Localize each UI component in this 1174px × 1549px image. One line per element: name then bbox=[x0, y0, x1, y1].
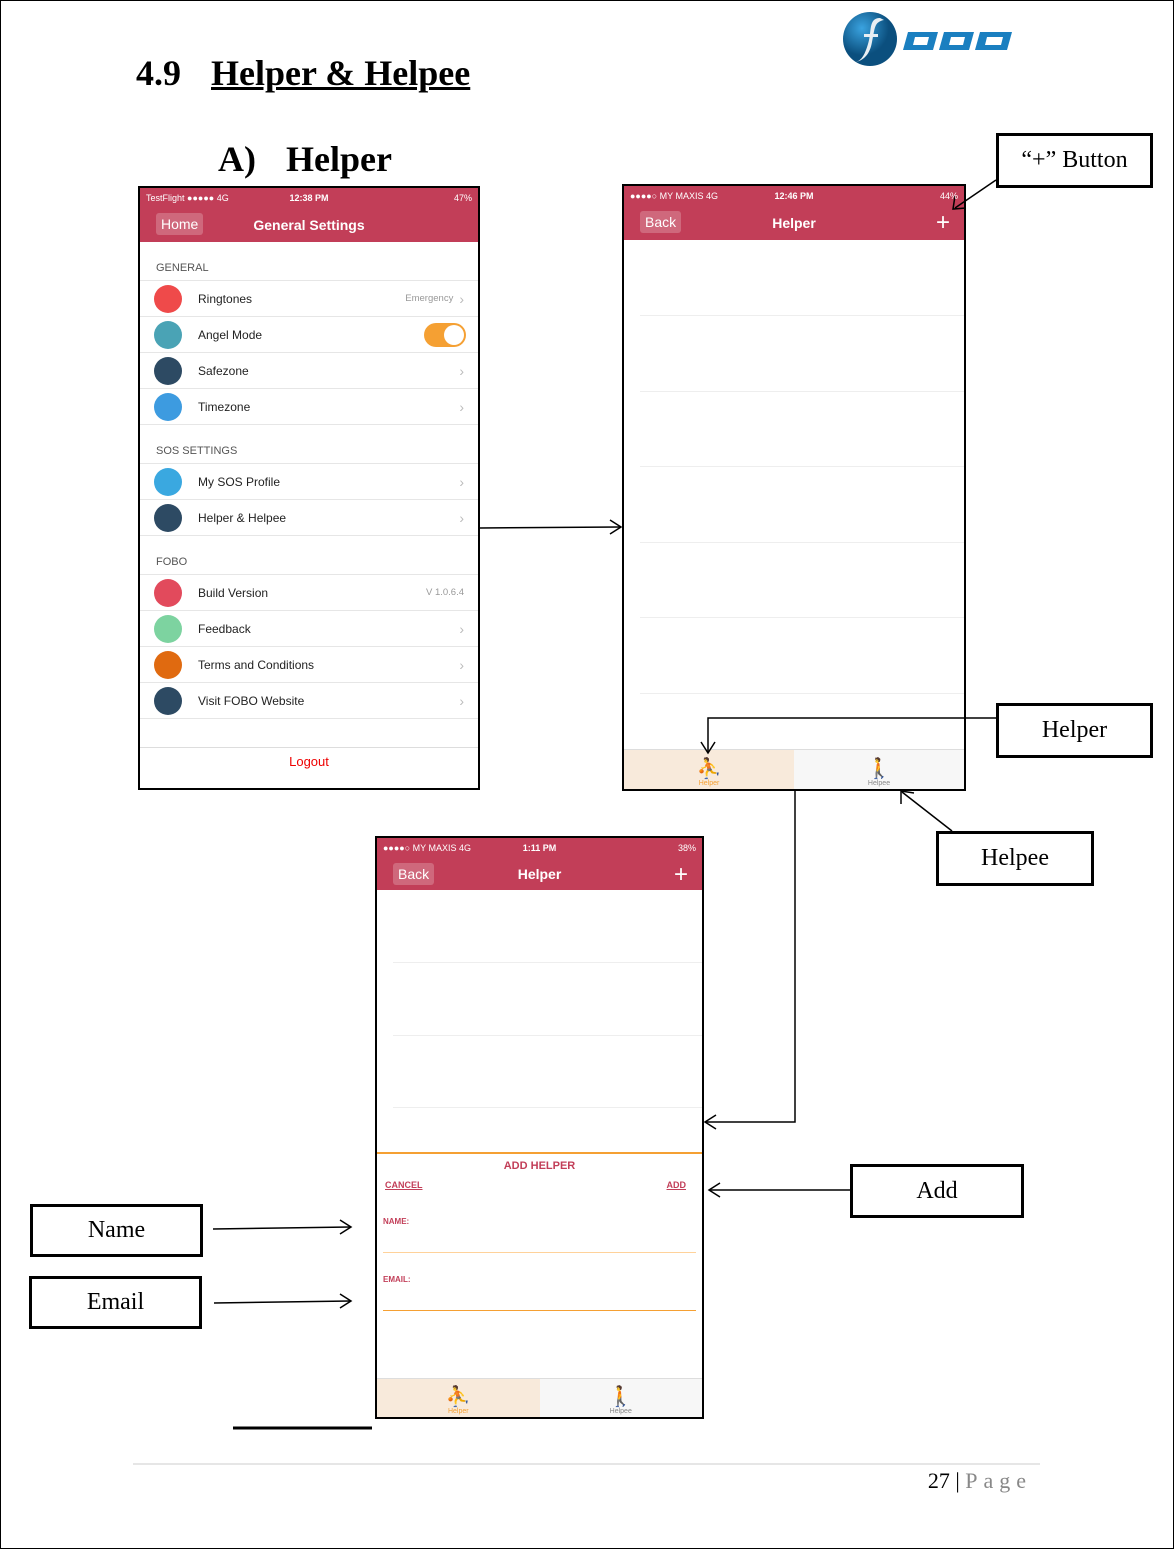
arrow-to-add-form bbox=[703, 790, 796, 1130]
arrow-to-helpee-tab bbox=[900, 790, 953, 832]
arrow-to-email-field bbox=[213, 1293, 353, 1309]
arrow-to-helper-tab bbox=[700, 717, 996, 755]
arrows-overlay bbox=[133, 179, 1040, 1465]
page-footer: 27 | Page bbox=[927, 1468, 1032, 1493]
arrow-to-helper-screen bbox=[479, 519, 623, 535]
arrow-to-add-button bbox=[707, 1182, 850, 1198]
arrow-to-name-field bbox=[212, 1219, 353, 1235]
arrow-to-plus-button bbox=[952, 179, 997, 210]
